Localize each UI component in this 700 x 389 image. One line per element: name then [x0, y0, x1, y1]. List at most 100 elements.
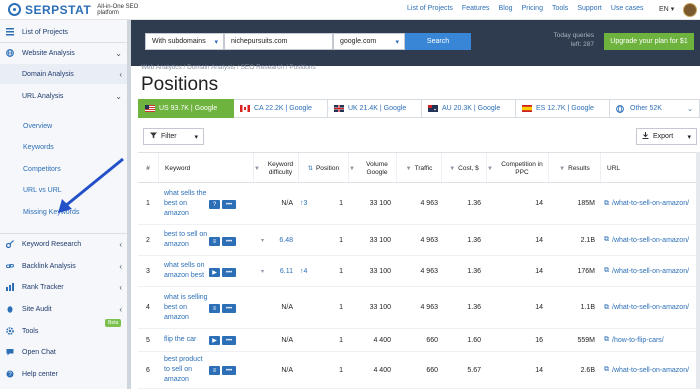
- keyword-link[interactable]: best product to sell on amazon: [164, 352, 209, 388]
- globe-icon: [616, 105, 626, 113]
- competition-value: 14: [535, 304, 543, 311]
- tab-other[interactable]: Other 52K ⌄: [610, 99, 700, 118]
- list-icon[interactable]: ≡: [209, 366, 220, 375]
- serpstat-logo[interactable]: SERPSTAT All-in-One SEO platform: [8, 3, 143, 17]
- col-keyword[interactable]: Keyword: [158, 153, 253, 184]
- url-link[interactable]: ⧉/what-to-sell-on-amazon/: [604, 256, 700, 286]
- position-value: 1: [339, 200, 343, 207]
- list-icon[interactable]: ≡: [209, 304, 220, 313]
- keyword-actions: ≡ •••: [207, 366, 236, 375]
- sidebar-item-domain-analysis[interactable]: Domain Analysis ‹: [0, 64, 131, 84]
- tab-au[interactable]: AU 20.3K | Google: [422, 99, 516, 118]
- url-link[interactable]: ⧉/what-to-sell-on-amazon/: [604, 287, 700, 328]
- nav-blog[interactable]: Blog: [499, 5, 513, 12]
- upgrade-button[interactable]: Upgrade your plan for $1: [604, 33, 694, 50]
- keyword-link[interactable]: what sells the best on amazon: [164, 183, 209, 224]
- sidebar-subitem-overview[interactable]: Overview: [23, 123, 52, 130]
- sidebar-subitem-url-vs-url[interactable]: URL vs URL: [23, 187, 62, 194]
- avatar[interactable]: [683, 3, 697, 17]
- sort-icon: ▼: [449, 165, 456, 172]
- more-icon[interactable]: •••: [222, 366, 236, 375]
- sort-icon: ▼: [487, 165, 493, 172]
- es-flag-icon: [522, 105, 532, 112]
- top-nav: List of Projects Features Blog Pricing T…: [407, 5, 644, 12]
- nav-use-cases[interactable]: Use cases: [611, 5, 644, 12]
- main-scrollbar[interactable]: [696, 152, 700, 389]
- url-text: /what-to-sell-on-amazon/: [612, 366, 690, 374]
- export-button[interactable]: Export ▾: [636, 128, 697, 145]
- breadcrumb[interactable]: Web Analytics / Domain Analysis / SEO Re…: [141, 64, 316, 71]
- sidebar-subitem-competitors[interactable]: Competitors: [23, 166, 61, 173]
- table-row: 1 what sells the best on amazon ? ••• N/A…: [138, 183, 700, 225]
- keyword-link[interactable]: best to sell on amazon: [164, 225, 209, 255]
- video-icon[interactable]: ▶: [209, 336, 220, 345]
- subdomain-select[interactable]: With subdomains ▾: [145, 33, 224, 50]
- nav-tools[interactable]: Tools: [552, 5, 568, 12]
- sidebar-item-keyword-research[interactable]: Keyword Research ‹: [0, 234, 131, 254]
- col-volume[interactable]: ▼ Volume Google: [348, 153, 396, 184]
- domain-input[interactable]: nichepursuits.com: [224, 33, 333, 50]
- url-link[interactable]: ⧉/what-to-sell-on-amazon/: [604, 225, 700, 255]
- sidebar-item-backlink-analysis[interactable]: Backlink Analysis ‹: [0, 256, 131, 276]
- sidebar-item-url-analysis[interactable]: URL Analysis ⌄: [0, 86, 131, 106]
- annotation-arrow-icon: [58, 157, 124, 213]
- col-traffic[interactable]: ▼ Traffic: [396, 153, 441, 184]
- tab-us[interactable]: US 93.7K | Google: [138, 99, 234, 118]
- position-value: 1: [339, 366, 343, 374]
- video-icon[interactable]: ▶: [209, 268, 220, 277]
- nav-list-of-projects[interactable]: List of Projects: [407, 5, 453, 12]
- help-icon[interactable]: ?: [209, 200, 220, 209]
- position-value: 1: [339, 336, 343, 344]
- row-num: 1: [146, 200, 150, 207]
- nav-features[interactable]: Features: [462, 5, 490, 12]
- tab-ca[interactable]: CA 22.2K | Google: [234, 99, 328, 118]
- tab-label: Other 52K: [630, 105, 662, 112]
- tab-es[interactable]: ES 12.7K | Google: [516, 99, 610, 118]
- col-results[interactable]: ▼ Results: [548, 153, 600, 184]
- competition-value: 14: [535, 366, 543, 374]
- col-difficulty[interactable]: ▼ Keyword difficulty: [253, 153, 298, 184]
- sidebar-item-website-analysis[interactable]: Website Analysis ⌄: [0, 43, 131, 63]
- sidebar-item-open-chat[interactable]: Open Chat: [0, 342, 131, 362]
- sidebar-subitem-keywords[interactable]: Keywords: [23, 144, 54, 151]
- more-icon[interactable]: •••: [222, 268, 236, 277]
- sidebar-item-list-of-projects[interactable]: List of Projects: [0, 22, 131, 42]
- search-button[interactable]: Search: [405, 33, 471, 50]
- chevron-down-icon: ⌄: [115, 48, 122, 58]
- list-icon[interactable]: ≡: [209, 237, 220, 246]
- filter-icon: [150, 132, 157, 141]
- more-icon[interactable]: •••: [222, 336, 236, 345]
- external-link-icon: ⧉: [604, 366, 609, 373]
- traffic-value: 4 963: [420, 304, 438, 311]
- tab-uk[interactable]: UK 21.4K | Google: [328, 99, 422, 118]
- col-position[interactable]: ⇅ Position: [298, 153, 348, 184]
- filter-button[interactable]: Filter ▾: [143, 128, 204, 145]
- search-engine-select[interactable]: google.com ▾: [333, 33, 405, 50]
- more-icon[interactable]: •••: [222, 304, 236, 313]
- sidebar-item-label: Tools: [22, 327, 39, 335]
- col-difficulty-label: Keyword difficulty: [267, 160, 294, 176]
- keyword-link[interactable]: what sells on amazon best: [164, 256, 209, 286]
- col-cost[interactable]: ▼ Cost, $: [441, 153, 486, 184]
- sidebar-item-label: Help center: [22, 370, 58, 378]
- sidebar-item-site-audit[interactable]: Site Audit ‹: [0, 299, 131, 319]
- cost-value: 1.36: [467, 304, 481, 311]
- language-selector[interactable]: EN ▾: [659, 5, 674, 13]
- more-icon[interactable]: •••: [222, 200, 236, 209]
- url-link[interactable]: ⧉/what-to-sell-on-amazon/: [604, 352, 700, 388]
- nav-support[interactable]: Support: [577, 5, 602, 12]
- sidebar-item-rank-tracker[interactable]: Rank Tracker ‹: [0, 277, 131, 297]
- keyword-link[interactable]: what is selling best on amazon: [164, 287, 209, 328]
- sidebar-item-help-center[interactable]: ? Help center: [0, 364, 131, 384]
- nav-pricing[interactable]: Pricing: [522, 5, 543, 12]
- keyword-link[interactable]: flip the car: [164, 329, 209, 351]
- sidebar-item-label: Keyword Research: [22, 240, 82, 248]
- url-link[interactable]: ⧉/what-to-sell-on-amazon/: [604, 183, 700, 224]
- sidebar-item-label: URL Analysis: [22, 92, 64, 100]
- url-link[interactable]: ⧉/how-to-flip-cars/: [604, 329, 700, 351]
- col-competition[interactable]: ▼ Competition in PPC: [486, 153, 548, 184]
- chevron-left-icon: ‹: [119, 282, 122, 292]
- more-icon[interactable]: •••: [222, 237, 236, 246]
- sidebar-item-label: Backlink Analysis: [22, 262, 76, 270]
- us-flag-icon: [145, 105, 155, 112]
